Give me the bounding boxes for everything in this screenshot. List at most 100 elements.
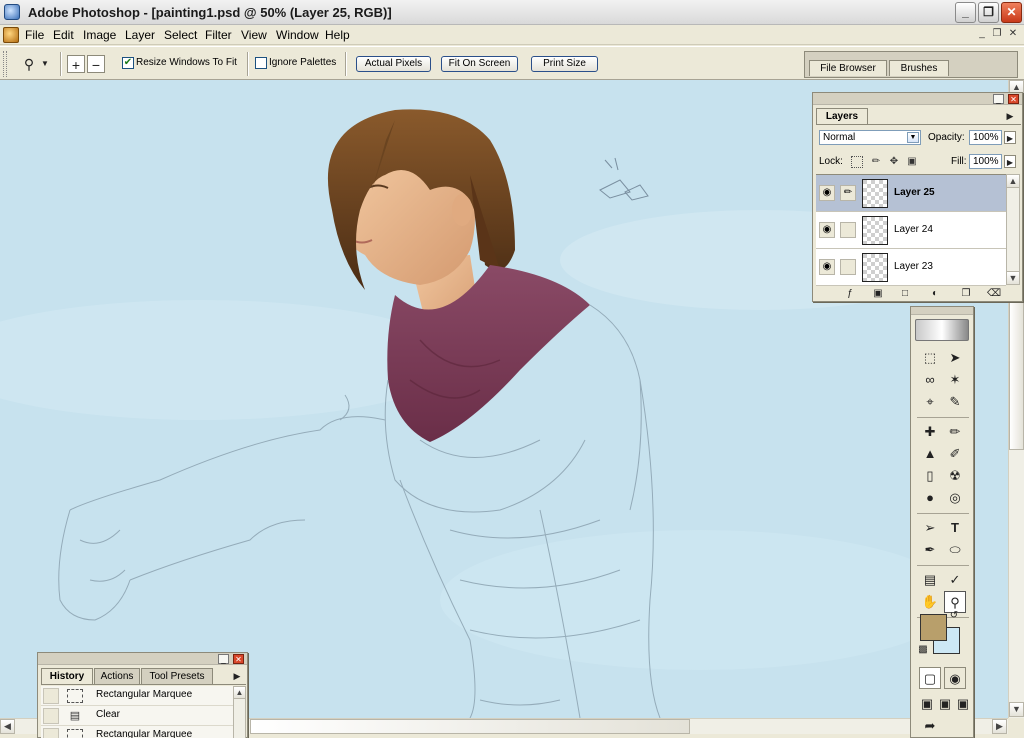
menu-image[interactable]: Image	[83, 28, 116, 42]
history-palette-header[interactable]: _ ✕	[38, 653, 247, 665]
actions-tab[interactable]: Actions	[94, 668, 140, 684]
close-button[interactable]: ✕	[1001, 2, 1022, 23]
minimize-button[interactable]: _	[955, 2, 976, 23]
photoshop-app-icon[interactable]	[4, 4, 20, 20]
opacity-input[interactable]: 100%	[969, 130, 1002, 145]
history-brush-icon[interactable]: ✐	[944, 443, 966, 465]
history-palette-close-button[interactable]: ✕	[233, 654, 244, 664]
history-brush-source-slot[interactable]	[43, 728, 59, 738]
lock-transparent-pixels-icon[interactable]	[851, 156, 863, 168]
tool-presets-tab[interactable]: Tool Presets	[141, 668, 213, 684]
swap-colors-icon[interactable]: ↺	[947, 609, 961, 623]
scroll-down-arrow-icon[interactable]: ▼	[1009, 702, 1024, 717]
ignore-palettes-checkbox[interactable]	[255, 57, 267, 69]
layers-palette-menu-arrow-icon[interactable]: ▶	[1003, 109, 1017, 123]
layers-palette-minimize-button[interactable]: _	[993, 94, 1004, 104]
layer-row[interactable]: ◉ Layer 23	[816, 249, 1006, 286]
menu-layer[interactable]: Layer	[125, 28, 155, 42]
scroll-right-arrow-icon[interactable]: ▶	[992, 719, 1007, 734]
eyedropper-icon[interactable]: ✓	[944, 569, 966, 591]
menu-filter[interactable]: Filter	[205, 28, 232, 42]
standard-screen-mode-icon[interactable]: ▣	[919, 693, 935, 715]
menu-help[interactable]: Help	[325, 28, 350, 42]
lock-image-pixels-brush-icon[interactable]: ✏	[870, 156, 882, 168]
print-size-button[interactable]: Print Size	[531, 56, 598, 72]
document-icon[interactable]	[3, 27, 19, 43]
layers-palette-close-button[interactable]: ✕	[1008, 94, 1019, 104]
paintbrush-active-icon[interactable]: ✏	[840, 185, 856, 201]
link-slot-icon[interactable]	[840, 222, 856, 238]
jump-to-imageready-icon[interactable]: ➦	[919, 715, 941, 737]
slice-tool-icon[interactable]: ✎	[944, 391, 966, 413]
paint-bucket-icon[interactable]: ☢	[944, 465, 966, 487]
path-selection-icon[interactable]: ➢	[919, 517, 941, 539]
quick-mask-mode-icon[interactable]: ◉	[944, 667, 966, 689]
brushes-tab[interactable]: Brushes	[889, 60, 949, 76]
history-scroll-up-icon[interactable]: ▲	[233, 686, 246, 699]
zoom-in-icon[interactable]: +	[67, 55, 85, 73]
menu-edit[interactable]: Edit	[53, 28, 74, 42]
file-browser-tab[interactable]: File Browser	[809, 60, 887, 76]
history-palette-minimize-button[interactable]: _	[218, 654, 229, 664]
history-palette-menu-arrow-icon[interactable]: ▶	[230, 669, 244, 683]
menu-file[interactable]: File	[25, 28, 44, 42]
rectangular-marquee-icon[interactable]: ⬚	[919, 347, 941, 369]
adjustment-layer-icon[interactable]: ◐	[928, 287, 942, 301]
history-brush-source-slot[interactable]	[43, 688, 59, 704]
blend-mode-select[interactable]: Normal ▼	[819, 130, 921, 145]
toolbox-header[interactable]	[911, 307, 973, 315]
layers-scroll-up-icon[interactable]: ▲	[1006, 174, 1020, 188]
lasso-tool-icon[interactable]: ∞	[919, 369, 941, 391]
layer-row[interactable]: ◉ Layer 24	[816, 212, 1006, 249]
link-slot-icon[interactable]	[840, 259, 856, 275]
ellipse-shape-icon[interactable]: ⬭	[944, 539, 966, 561]
clone-stamp-icon[interactable]: ▲	[919, 443, 941, 465]
actual-pixels-button[interactable]: Actual Pixels	[356, 56, 431, 72]
notes-tool-icon[interactable]: ▤	[919, 569, 941, 591]
layer-styles-icon[interactable]: ƒ	[843, 287, 857, 301]
healing-brush-icon[interactable]: ✚	[919, 421, 941, 443]
eye-visibility-icon[interactable]: ◉	[819, 222, 835, 238]
layers-scroll-down-icon[interactable]: ▼	[1006, 271, 1020, 285]
document-restore-button[interactable]: ❐	[990, 28, 1004, 41]
eraser-tool-icon[interactable]: ▯	[919, 465, 941, 487]
eye-visibility-icon[interactable]: ◉	[819, 185, 835, 201]
fill-slider-arrow-icon[interactable]: ▶	[1004, 155, 1016, 168]
document-minimize-button[interactable]: _	[975, 28, 989, 41]
new-layer-icon[interactable]: ❐	[959, 287, 973, 301]
default-colors-icon[interactable]: ▩	[916, 643, 930, 657]
layer-row[interactable]: ◉ ✏ Layer 25	[816, 175, 1006, 212]
horizontal-scroll-thumb[interactable]	[250, 719, 690, 734]
zoom-out-icon[interactable]: −	[87, 55, 105, 73]
standard-mode-icon[interactable]: ▢	[919, 667, 941, 689]
magic-wand-icon[interactable]: ✶	[944, 369, 966, 391]
hand-tool-icon[interactable]: ✋	[919, 591, 941, 613]
tool-preset-dropdown-icon[interactable]: ▼	[40, 55, 50, 73]
history-state-row[interactable]: ▤ Clear	[41, 706, 233, 726]
scroll-left-arrow-icon[interactable]: ◀	[0, 719, 15, 734]
options-bar-grip[interactable]	[3, 51, 7, 77]
adobe-feather-logo[interactable]	[915, 319, 969, 341]
resize-windows-checkbox[interactable]: ✔	[122, 57, 134, 69]
trash-delete-layer-icon[interactable]: ⌫	[987, 287, 1001, 301]
new-folder-icon[interactable]: □	[898, 287, 912, 301]
pen-tool-icon[interactable]: ✒	[919, 539, 941, 561]
menu-view[interactable]: View	[241, 28, 267, 42]
brush-tool-icon[interactable]: ✏	[944, 421, 966, 443]
document-close-button[interactable]: ✕	[1006, 28, 1020, 41]
opacity-slider-arrow-icon[interactable]: ▶	[1004, 131, 1016, 144]
history-brush-source-slot[interactable]	[43, 708, 59, 724]
eye-visibility-icon[interactable]: ◉	[819, 259, 835, 275]
layers-scrollbar[interactable]: ▲ ▼	[1006, 174, 1020, 285]
full-screen-menu-mode-icon[interactable]: ▣	[937, 693, 953, 715]
history-state-row[interactable]: Rectangular Marquee	[41, 726, 233, 738]
add-mask-icon[interactable]: ▣	[871, 287, 885, 301]
blur-tool-icon[interactable]: ●	[919, 487, 941, 509]
maximize-button[interactable]: ❐	[978, 2, 999, 23]
fit-on-screen-button[interactable]: Fit On Screen	[441, 56, 518, 72]
zoom-tool-icon[interactable]: ⚲	[20, 55, 38, 73]
history-state-row[interactable]: Rectangular Marquee	[41, 686, 233, 706]
history-tab[interactable]: History	[41, 668, 93, 684]
lock-all-padlock-icon[interactable]: ▣	[906, 156, 918, 168]
layers-tab[interactable]: Layers	[816, 108, 868, 124]
